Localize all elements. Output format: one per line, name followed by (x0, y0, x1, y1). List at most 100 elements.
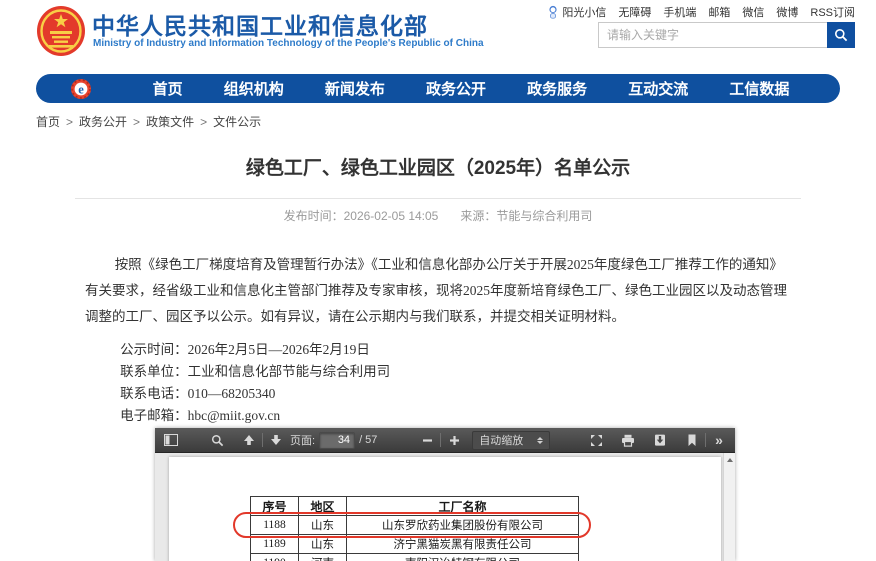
page-total: / 57 (359, 434, 378, 446)
cell-region: 河南 (298, 553, 347, 561)
breadcrumb-separator: > (133, 114, 141, 129)
find-button[interactable] (207, 431, 227, 450)
sidebar-toggle-icon (164, 434, 178, 446)
search-bar (598, 22, 855, 48)
find-icon (211, 434, 223, 446)
site-title: 中华人民共和国工业和信息化部 (92, 13, 428, 39)
page-up-icon (244, 435, 254, 445)
pdf-page-area: 序号 地区 工厂名称 1188 山东 山东罗欣药业集团股份有限公司 1189 山… (155, 453, 735, 561)
zoom-out-button[interactable] (417, 431, 437, 450)
breadcrumb-policy-docs[interactable]: 政策文件 (146, 113, 194, 130)
page-down-icon (271, 435, 281, 445)
toolbar-more-button[interactable]: » (709, 431, 729, 450)
contact-phone-line: 联系电话：010—68205340 (120, 386, 276, 401)
zoom-in-button[interactable] (444, 431, 464, 450)
factory-table: 序号 地区 工厂名称 1188 山东 山东罗欣药业集团股份有限公司 1189 山… (250, 496, 579, 561)
nav-item-gov-open[interactable]: 政务公开 (426, 78, 486, 99)
breadcrumb-separator: > (66, 114, 74, 129)
search-button[interactable] (827, 22, 855, 48)
source-value: 节能与综合利用司 (496, 209, 593, 223)
publish-time-label: 发布时间： (283, 209, 344, 223)
zoom-mode-value: 自动缩放 (479, 435, 524, 447)
toolbar-separator (705, 433, 707, 447)
nav-item-interaction[interactable]: 互动交流 (628, 78, 688, 99)
cell-factory-name: 南阳汉冶特钢有限公司 (346, 553, 579, 561)
top-link-mobile[interactable]: 手机端 (663, 4, 696, 20)
page-number-input[interactable] (319, 431, 356, 449)
top-link-sunshine[interactable]: 阳光小信 (547, 4, 606, 20)
page-number-label: 页面: (290, 435, 316, 447)
top-link-wechat[interactable]: 微信 (742, 4, 764, 20)
top-link-rss[interactable]: RSS订阅 (810, 4, 855, 20)
nav-item-data[interactable]: 工信数据 (729, 78, 789, 99)
cell-no: 1188 (250, 515, 299, 535)
cell-factory-name: 济宁黑猫炭黑有限责任公司 (346, 534, 579, 554)
cell-no: 1189 (250, 534, 299, 554)
breadcrumb-separator: > (200, 114, 208, 129)
cell-region: 山东 (298, 515, 347, 535)
search-icon (835, 29, 848, 42)
table-header-row: 序号 地区 工厂名称 (250, 496, 579, 516)
publish-time: 2026-02-05 14:05 (343, 209, 439, 223)
cell-factory-name: 山东罗欣药业集团股份有限公司 (346, 515, 579, 535)
presentation-mode-button[interactable] (586, 431, 606, 450)
notice-period-line: 公示时间：2026年2月5日—2026年2月19日 (120, 342, 370, 357)
zoom-in-icon (449, 435, 459, 445)
presentation-mode-icon (590, 434, 602, 446)
national-emblem-icon (37, 6, 85, 56)
breadcrumb-home[interactable]: 首页 (36, 113, 60, 130)
pdf-toolbar: 页面: / 57 自动缩放 (155, 428, 735, 453)
toolbar-separator (262, 433, 263, 447)
scroll-up-arrow-icon (727, 458, 733, 462)
col-header-factory-name: 工厂名称 (346, 496, 579, 516)
nav-item-news[interactable]: 新闻发布 (325, 78, 385, 99)
nav-item-home[interactable]: 首页 (153, 78, 183, 99)
article-paragraph: 按照《绿色工厂梯度培育及管理暂行办法》《工业和信息化部办公厅关于开展2025年度… (85, 257, 787, 324)
breadcrumb-gov-open[interactable]: 政务公开 (79, 113, 127, 130)
article-body: 按照《绿色工厂梯度培育及管理暂行办法》《工业和信息化部办公厅关于开展2025年度… (85, 252, 795, 427)
nav-item-organization[interactable]: 组织机构 (224, 78, 284, 99)
table-row: 1189 山东 济宁黑猫炭黑有限责任公司 (250, 534, 579, 554)
pdf-scrollbar[interactable] (723, 453, 735, 561)
mascot-icon (549, 5, 557, 19)
article-title: 绿色工厂、绿色工业园区（2025年）名单公示 (245, 158, 631, 179)
sidebar-toggle-button[interactable] (161, 431, 181, 450)
col-header-region: 地区 (298, 496, 347, 516)
nav-item-gov-service[interactable]: 政务服务 (527, 78, 587, 99)
main-nav: e 首页 组织机构 新闻发布 政务公开 政务服务 互动交流 工信数据 (36, 74, 840, 103)
cell-region: 山东 (298, 534, 347, 554)
source-label: 来源： (460, 209, 497, 223)
print-button[interactable] (618, 431, 638, 450)
page: 中华人民共和国工业和信息化部 Ministry of Industry and … (0, 0, 876, 561)
toolbar-separator (440, 433, 442, 447)
top-link-accessibility[interactable]: 无障碍 (618, 4, 651, 20)
dropdown-arrows-icon (537, 436, 544, 444)
page-up-button[interactable] (239, 431, 259, 450)
top-utility-links: 阳光小信 无障碍 手机端 邮箱 微信 微博 RSS订阅 (547, 4, 855, 20)
miit-logo-icon: e (71, 78, 91, 99)
zoom-out-icon (422, 438, 432, 442)
top-link-mail[interactable]: 邮箱 (708, 4, 730, 20)
pdf-viewer: 页面: / 57 自动缩放 (155, 428, 735, 561)
site-subtitle-en: Ministry of Industry and Information Tec… (93, 38, 484, 49)
download-button[interactable] (650, 431, 670, 450)
page-down-button[interactable] (266, 431, 286, 450)
zoom-mode-select[interactable]: 自动缩放 (472, 430, 551, 450)
col-header-no: 序号 (250, 496, 299, 516)
title-divider (75, 198, 801, 199)
table-row: 1188 山东 山东罗欣药业集团股份有限公司 (250, 515, 579, 535)
contact-unit-line: 联系单位：工业和信息化部节能与综合利用司 (120, 364, 391, 379)
contact-email-line: 电子邮箱：hbc@miit.gov.cn (120, 408, 281, 423)
top-link-weibo[interactable]: 微博 (776, 4, 798, 20)
cell-no: 1190 (250, 553, 299, 561)
breadcrumb-doc-notice[interactable]: 文件公示 (213, 113, 261, 130)
contact-info: 公示时间：2026年2月5日—2026年2月19日 联系单位：工业和信息化部节能… (85, 339, 795, 427)
svg-text:e: e (78, 82, 84, 96)
table-row: 1190 河南 南阳汉冶特钢有限公司 (250, 553, 579, 561)
search-input[interactable] (598, 22, 827, 48)
download-icon (655, 434, 666, 446)
bookmark-button[interactable] (682, 431, 702, 450)
breadcrumb: 首页 > 政务公开 > 政策文件 > 文件公示 (36, 113, 261, 130)
print-icon (622, 434, 635, 447)
article-meta: 发布时间：2026-02-05 14:05 来源：节能与综合利用司 (0, 207, 876, 224)
